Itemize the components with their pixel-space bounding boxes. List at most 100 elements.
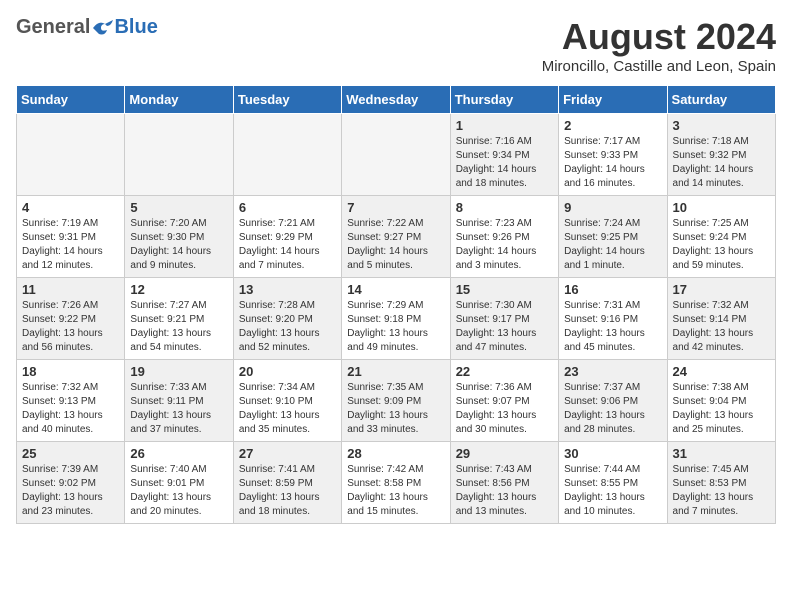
day-detail: Sunrise: 7:41 AM Sunset: 8:59 PM Dayligh… (239, 464, 320, 517)
day-detail: Sunrise: 7:32 AM Sunset: 9:14 PM Dayligh… (673, 300, 754, 353)
calendar-cell: 5Sunrise: 7:20 AM Sunset: 9:30 PM Daylig… (125, 196, 233, 278)
calendar-week-2: 4Sunrise: 7:19 AM Sunset: 9:31 PM Daylig… (17, 196, 776, 278)
day-detail: Sunrise: 7:36 AM Sunset: 9:07 PM Dayligh… (456, 382, 537, 435)
day-number: 7 (347, 200, 444, 215)
calendar-cell: 20Sunrise: 7:34 AM Sunset: 9:10 PM Dayli… (233, 360, 341, 442)
day-detail: Sunrise: 7:28 AM Sunset: 9:20 PM Dayligh… (239, 300, 320, 353)
calendar-title: August 2024 (542, 16, 776, 58)
day-number: 24 (673, 364, 770, 379)
day-number: 25 (22, 446, 119, 461)
day-number: 19 (130, 364, 227, 379)
calendar-cell: 10Sunrise: 7:25 AM Sunset: 9:24 PM Dayli… (667, 196, 775, 278)
day-detail: Sunrise: 7:27 AM Sunset: 9:21 PM Dayligh… (130, 300, 211, 353)
day-number: 31 (673, 446, 770, 461)
calendar-cell: 22 Sunrise: 7:36 AM Sunset: 9:07 PM Dayli… (450, 360, 558, 442)
day-number: 5 (130, 200, 227, 215)
calendar-table: SundayMondayTuesdayWednesdayThursdayFrid… (16, 85, 776, 524)
day-number: 6 (239, 200, 336, 215)
day-detail: Sunrise: 7:35 AM Sunset: 9:09 PM Dayligh… (347, 382, 428, 435)
calendar-cell: 13 Sunrise: 7:28 AM Sunset: 9:20 PM Dayli… (233, 278, 341, 360)
calendar-cell: 30 Sunrise: 7:44 AM Sunset: 8:55 PM Dayli… (559, 442, 667, 524)
day-number: 22 (456, 364, 553, 379)
logo-bird-icon (91, 20, 113, 36)
calendar-cell: 25 Sunrise: 7:39 AM Sunset: 9:02 PM Dayli… (17, 442, 125, 524)
days-header-row: SundayMondayTuesdayWednesdayThursdayFrid… (17, 86, 776, 114)
day-detail: Sunrise: 7:37 AM Sunset: 9:06 PM Dayligh… (564, 382, 645, 435)
day-number: 27 (239, 446, 336, 461)
calendar-cell: 14 Sunrise: 7:29 AM Sunset: 9:18 PM Dayli… (342, 278, 450, 360)
day-number: 13 (239, 282, 336, 297)
day-number: 8 (456, 200, 553, 215)
calendar-cell: 8 Sunrise: 7:23 AM Sunset: 9:26 PM Daylig… (450, 196, 558, 278)
day-detail: Sunrise: 7:18 AM Sunset: 9:32 PM Dayligh… (673, 136, 754, 189)
calendar-cell (342, 114, 450, 196)
day-detail: Sunrise: 7:33 AM Sunset: 9:11 PM Dayligh… (130, 382, 211, 435)
day-number: 29 (456, 446, 553, 461)
title-area: August 2024 Mironcillo, Castille and Leo… (542, 16, 776, 75)
day-detail: Sunrise: 7:21 AM Sunset: 9:29 PM Dayligh… (239, 218, 320, 271)
day-number: 28 (347, 446, 444, 461)
calendar-cell: 11Sunrise: 7:26 AM Sunset: 9:22 PM Dayli… (17, 278, 125, 360)
day-number: 12 (130, 282, 227, 297)
calendar-cell (125, 114, 233, 196)
logo: General Blue (16, 16, 158, 39)
day-detail: Sunrise: 7:31 AM Sunset: 9:16 PM Dayligh… (564, 300, 645, 353)
day-detail: Sunrise: 7:16 AM Sunset: 9:34 PM Dayligh… (456, 136, 537, 189)
calendar-subtitle: Mironcillo, Castille and Leon, Spain (542, 58, 776, 75)
calendar-cell: 29Sunrise: 7:43 AM Sunset: 8:56 PM Dayli… (450, 442, 558, 524)
day-header-sunday: Sunday (17, 86, 125, 114)
day-detail: Sunrise: 7:29 AM Sunset: 9:18 PM Dayligh… (347, 300, 428, 353)
day-detail: Sunrise: 7:42 AM Sunset: 8:58 PM Dayligh… (347, 464, 428, 517)
day-detail: Sunrise: 7:44 AM Sunset: 8:55 PM Dayligh… (564, 464, 645, 517)
calendar-cell: 24 Sunrise: 7:38 AM Sunset: 9:04 PM Dayli… (667, 360, 775, 442)
calendar-cell: 6 Sunrise: 7:21 AM Sunset: 9:29 PM Daylig… (233, 196, 341, 278)
day-detail: Sunrise: 7:17 AM Sunset: 9:33 PM Dayligh… (564, 136, 645, 189)
day-number: 1 (456, 118, 553, 133)
day-number: 9 (564, 200, 661, 215)
day-detail: Sunrise: 7:38 AM Sunset: 9:04 PM Dayligh… (673, 382, 754, 435)
calendar-cell: 4Sunrise: 7:19 AM Sunset: 9:31 PM Daylig… (17, 196, 125, 278)
day-detail: Sunrise: 7:45 AM Sunset: 8:53 PM Dayligh… (673, 464, 754, 517)
day-header-friday: Friday (559, 86, 667, 114)
logo-blue: Blue (114, 16, 157, 39)
calendar-cell: 26 Sunrise: 7:40 AM Sunset: 9:01 PM Dayli… (125, 442, 233, 524)
day-header-thursday: Thursday (450, 86, 558, 114)
day-detail: Sunrise: 7:30 AM Sunset: 9:17 PM Dayligh… (456, 300, 537, 353)
calendar-cell: 19 Sunrise: 7:33 AM Sunset: 9:11 PM Dayli… (125, 360, 233, 442)
day-header-wednesday: Wednesday (342, 86, 450, 114)
calendar-cell: 18Sunrise: 7:32 AM Sunset: 9:13 PM Dayli… (17, 360, 125, 442)
calendar-cell: 9Sunrise: 7:24 AM Sunset: 9:25 PM Daylig… (559, 196, 667, 278)
day-number: 16 (564, 282, 661, 297)
calendar-week-3: 11Sunrise: 7:26 AM Sunset: 9:22 PM Dayli… (17, 278, 776, 360)
day-number: 15 (456, 282, 553, 297)
calendar-week-5: 25 Sunrise: 7:39 AM Sunset: 9:02 PM Dayli… (17, 442, 776, 524)
day-number: 2 (564, 118, 661, 133)
day-number: 26 (130, 446, 227, 461)
calendar-cell: 27 Sunrise: 7:41 AM Sunset: 8:59 PM Dayli… (233, 442, 341, 524)
calendar-cell: 3 Sunrise: 7:18 AM Sunset: 9:32 PM Daylig… (667, 114, 775, 196)
day-detail: Sunrise: 7:32 AM Sunset: 9:13 PM Dayligh… (22, 382, 103, 435)
day-number: 20 (239, 364, 336, 379)
day-detail: Sunrise: 7:26 AM Sunset: 9:22 PM Dayligh… (22, 300, 103, 353)
calendar-cell: 7 Sunrise: 7:22 AM Sunset: 9:27 PM Daylig… (342, 196, 450, 278)
logo-general: General (16, 16, 90, 39)
calendar-cell: 17 Sunrise: 7:32 AM Sunset: 9:14 PM Dayli… (667, 278, 775, 360)
day-detail: Sunrise: 7:39 AM Sunset: 9:02 PM Dayligh… (22, 464, 103, 517)
calendar-cell: 23 Sunrise: 7:37 AM Sunset: 9:06 PM Dayli… (559, 360, 667, 442)
calendar-cell (17, 114, 125, 196)
calendar-cell: 15 Sunrise: 7:30 AM Sunset: 9:17 PM Dayli… (450, 278, 558, 360)
day-number: 3 (673, 118, 770, 133)
calendar-cell: 2 Sunrise: 7:17 AM Sunset: 9:33 PM Daylig… (559, 114, 667, 196)
day-number: 30 (564, 446, 661, 461)
day-number: 14 (347, 282, 444, 297)
day-detail: Sunrise: 7:22 AM Sunset: 9:27 PM Dayligh… (347, 218, 428, 271)
day-detail: Sunrise: 7:23 AM Sunset: 9:26 PM Dayligh… (456, 218, 537, 271)
calendar-week-1: 1 Sunrise: 7:16 AM Sunset: 9:34 PM Daylig… (17, 114, 776, 196)
day-number: 23 (564, 364, 661, 379)
day-detail: Sunrise: 7:40 AM Sunset: 9:01 PM Dayligh… (130, 464, 211, 517)
day-number: 17 (673, 282, 770, 297)
calendar-week-4: 18Sunrise: 7:32 AM Sunset: 9:13 PM Dayli… (17, 360, 776, 442)
calendar-cell (233, 114, 341, 196)
calendar-cell: 12 Sunrise: 7:27 AM Sunset: 9:21 PM Dayli… (125, 278, 233, 360)
day-header-monday: Monday (125, 86, 233, 114)
